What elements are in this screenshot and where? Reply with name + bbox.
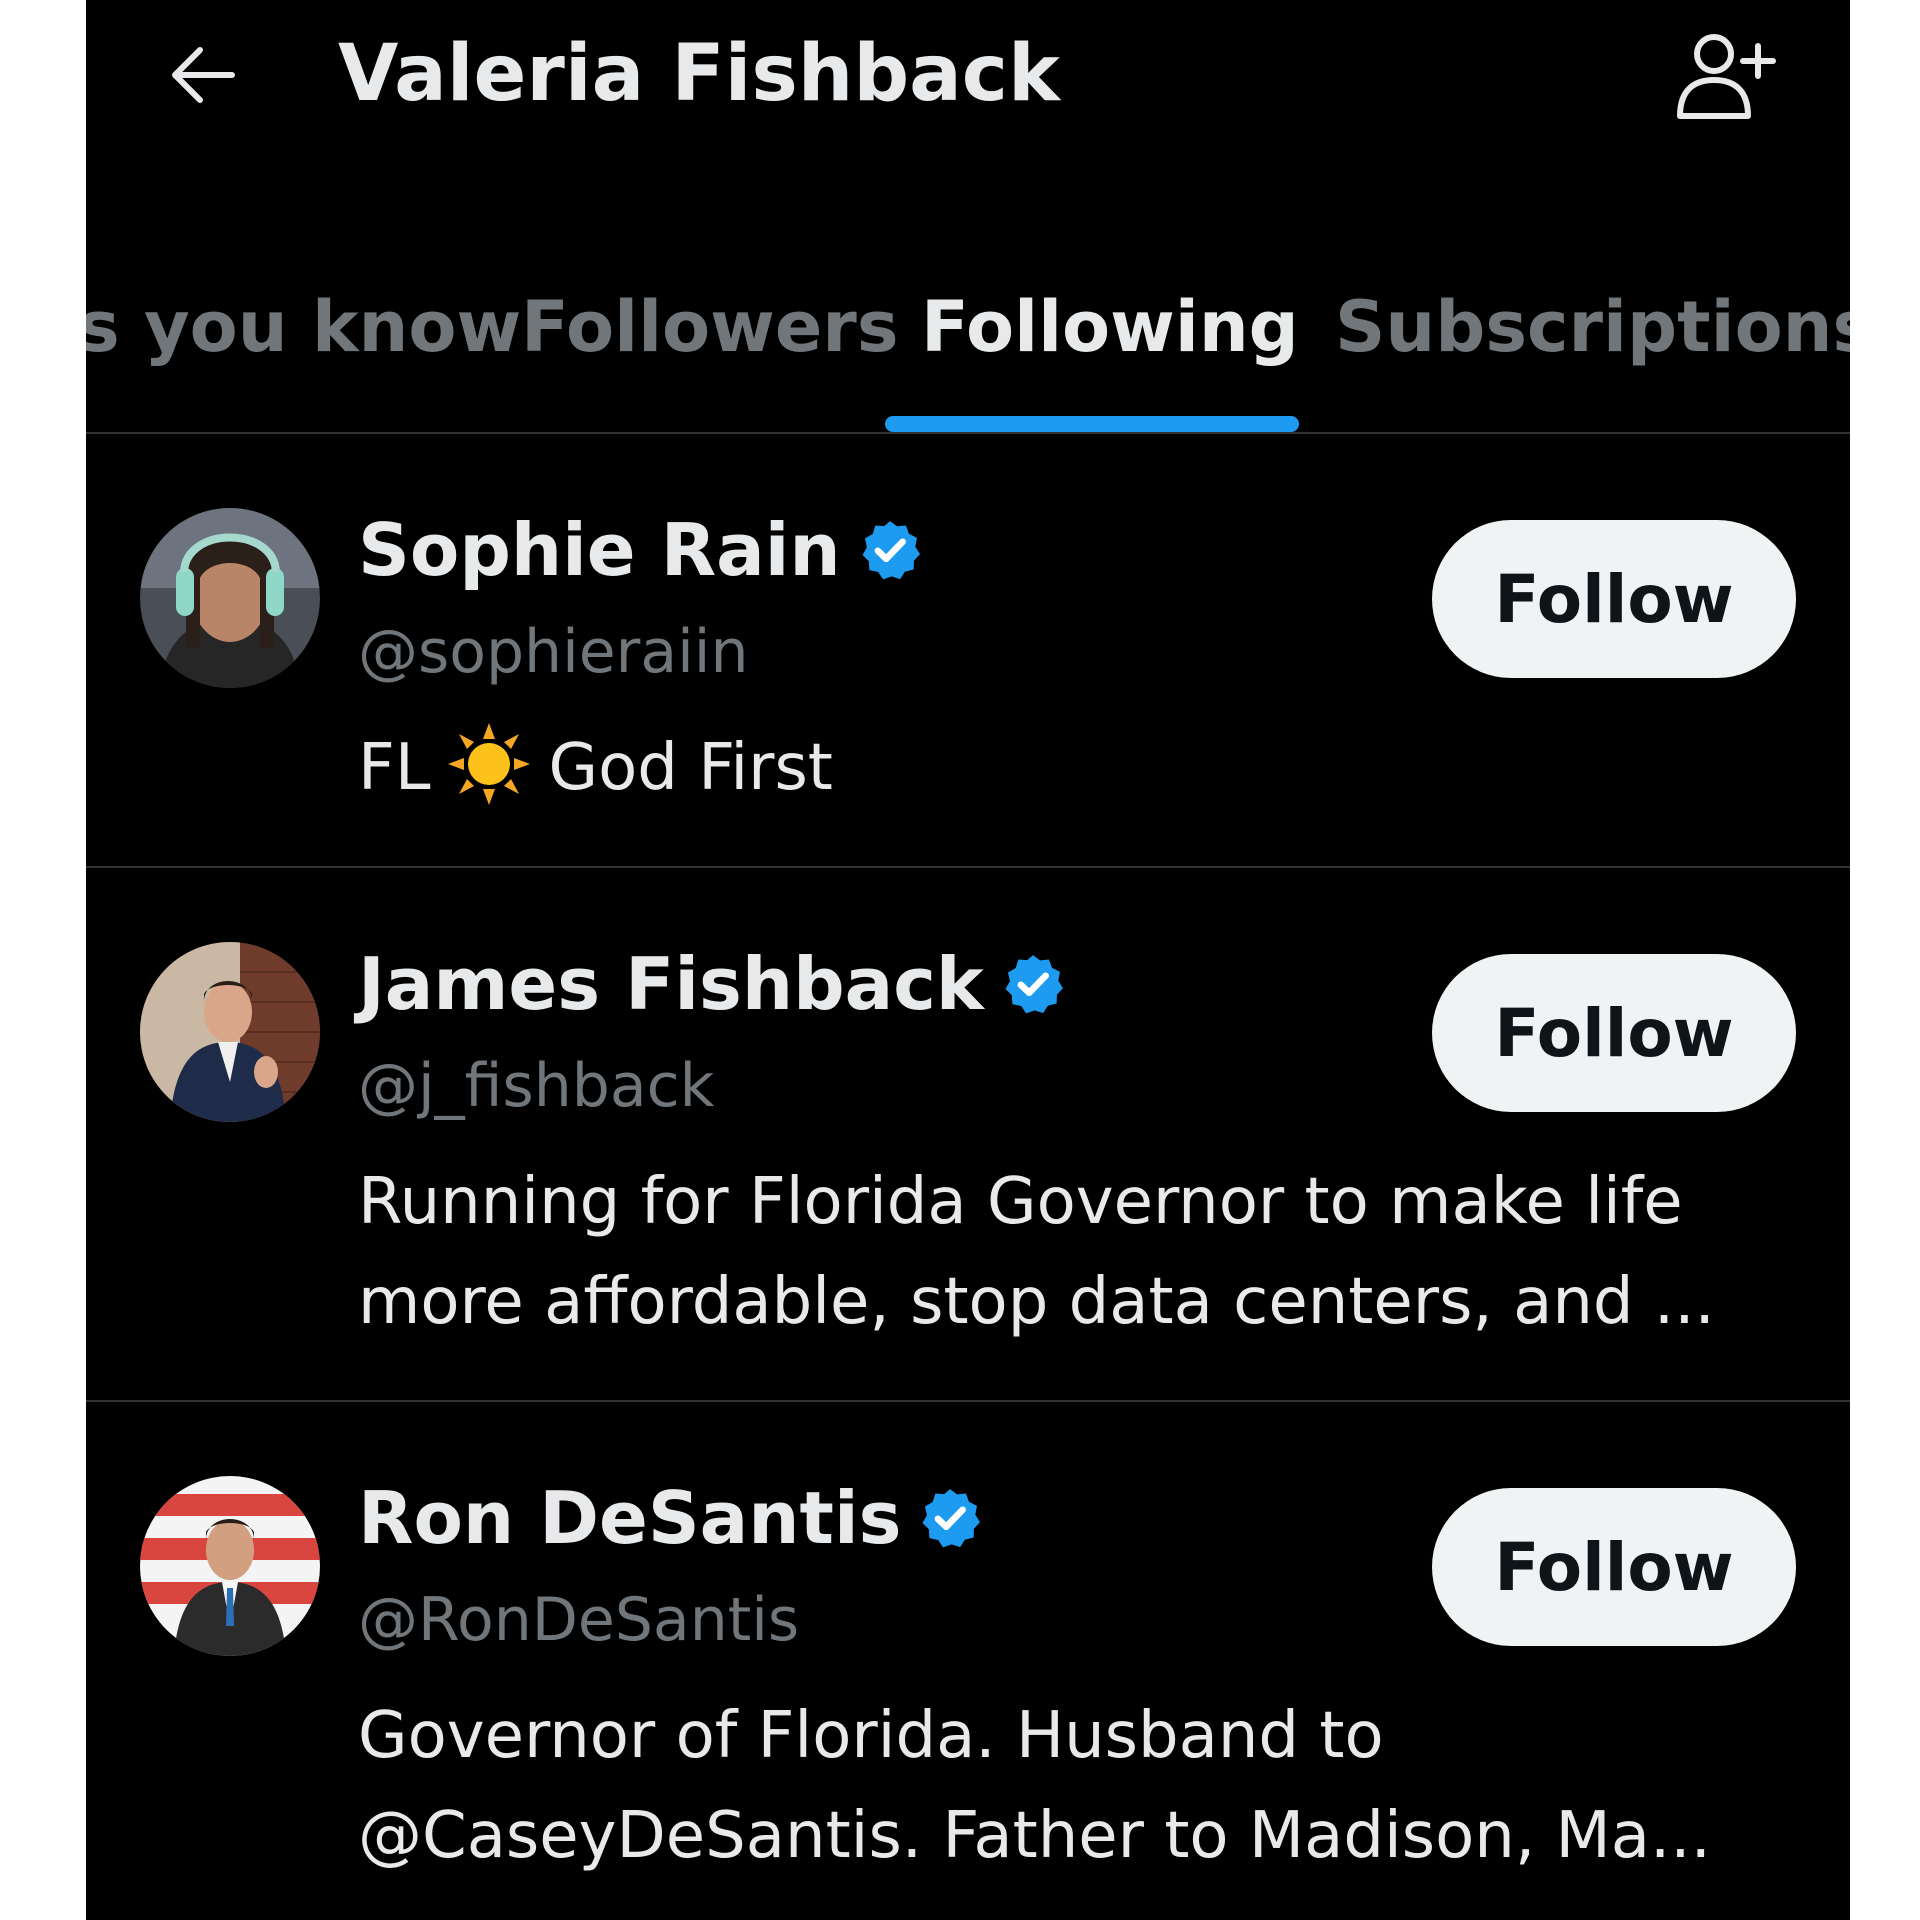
user-name: Ron DeSantis xyxy=(358,1476,902,1560)
user-cell-ron-desantis[interactable]: Ron DeSantis @RonDeSantis Governor of Fl… xyxy=(86,1402,1850,1920)
avatar-image xyxy=(140,1476,320,1656)
user-name: Sophie Rain xyxy=(358,508,841,592)
bio-line: Running for Florida Governor to make lif… xyxy=(358,1165,1683,1239)
tab-subscriptions[interactable]: Subscriptions xyxy=(1335,282,1850,372)
avatar[interactable] xyxy=(140,1476,320,1656)
user-cell-james-fishback[interactable]: James Fishback @j_fishback Running for F… xyxy=(86,868,1850,1402)
user-handle: @j_fishback xyxy=(358,1051,715,1121)
user-name-row: Sophie Rain xyxy=(358,502,923,598)
user-bio: Governor of Florida. Husband to @CaseyDe… xyxy=(358,1686,1778,1886)
back-button[interactable] xyxy=(166,38,240,112)
add-user-button[interactable] xyxy=(1674,24,1784,124)
bio-text-suffix: God First xyxy=(548,731,833,805)
tab-following[interactable]: Following xyxy=(921,282,1299,372)
person-plus-icon xyxy=(1677,34,1776,119)
user-name-row: Ron DeSantis xyxy=(358,1470,983,1566)
verified-badge-icon xyxy=(862,521,920,580)
follow-button[interactable]: Follow xyxy=(1432,520,1796,678)
user-handle: @RonDeSantis xyxy=(358,1585,800,1655)
tab-followers[interactable]: Followers xyxy=(521,282,898,372)
user-bio: FL God First xyxy=(358,718,1778,818)
user-name-row: James Fishback xyxy=(358,936,1066,1032)
arrow-left-icon xyxy=(172,47,235,103)
page-title: Valeria Fishback xyxy=(338,29,1060,119)
verified-badge-icon xyxy=(922,1489,981,1548)
avatar-image xyxy=(140,942,320,1122)
user-name: James Fishback xyxy=(358,942,984,1026)
user-bio: Running for Florida Governor to make lif… xyxy=(358,1152,1778,1352)
user-cell-sophie-rain[interactable]: Sophie Rain @sophieraiin FL God First Fo… xyxy=(86,434,1850,868)
verified-badge-icon xyxy=(1005,955,1063,1014)
avatar[interactable] xyxy=(140,508,320,688)
sun-icon xyxy=(448,723,531,805)
top-bar: Valeria Fishback xyxy=(86,0,1850,150)
active-tab-indicator xyxy=(885,416,1299,432)
bio-text-prefix: FL xyxy=(358,731,431,805)
tab-followers-you-know[interactable]: s you know xyxy=(86,282,521,372)
follow-button[interactable]: Follow xyxy=(1432,1488,1796,1646)
avatar-image xyxy=(140,508,320,688)
tab-bar: s you know Followers Following Subscript… xyxy=(86,240,1850,434)
bio-line: Governor of Florida. Husband to xyxy=(358,1699,1384,1773)
bio-line: more affordable, stop data centers, and … xyxy=(358,1265,1715,1339)
app-screen: Valeria Fishback s you know Followers Fo… xyxy=(86,0,1850,1920)
bio-line: @CaseyDeSantis. Father to Madison, Ma... xyxy=(358,1799,1711,1873)
follow-button[interactable]: Follow xyxy=(1432,954,1796,1112)
avatar[interactable] xyxy=(140,942,320,1122)
user-handle: @sophieraiin xyxy=(358,617,749,687)
